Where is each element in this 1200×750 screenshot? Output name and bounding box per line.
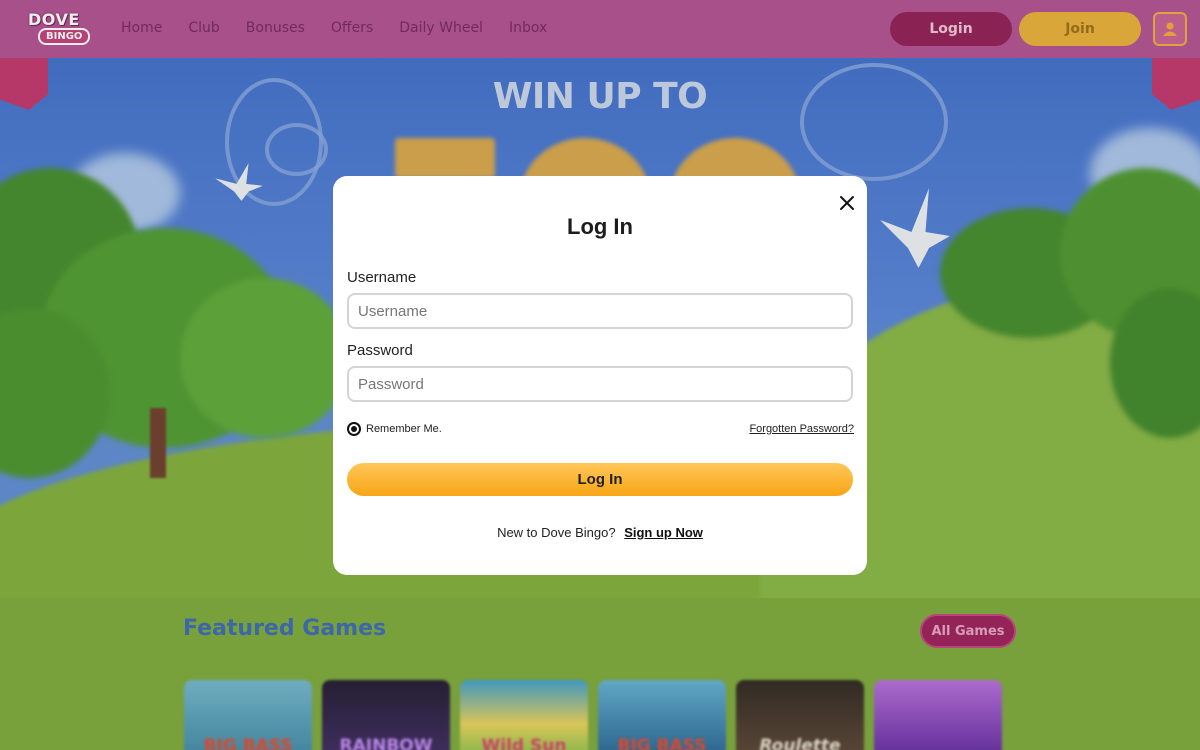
- signup-row: New to Dove Bingo? Sign up Now: [333, 525, 867, 540]
- close-icon[interactable]: [836, 192, 858, 214]
- username-input[interactable]: [347, 293, 853, 329]
- remember-me-label: Remember Me.: [366, 423, 442, 435]
- forgot-password-link[interactable]: Forgotten Password?: [749, 423, 854, 435]
- login-submit-button[interactable]: Log In: [347, 463, 853, 496]
- remember-me-option[interactable]: Remember Me.: [347, 422, 442, 436]
- signup-link[interactable]: Sign up Now: [624, 525, 703, 540]
- password-label: Password: [347, 342, 413, 359]
- username-label: Username: [347, 269, 417, 286]
- modal-title: Log In: [567, 214, 633, 239]
- login-modal: Log In Username Password Remember Me. Fo…: [333, 176, 867, 575]
- remember-me-radio[interactable]: [347, 422, 361, 436]
- signup-prompt: New to Dove Bingo?: [497, 525, 616, 540]
- password-input[interactable]: [347, 366, 853, 402]
